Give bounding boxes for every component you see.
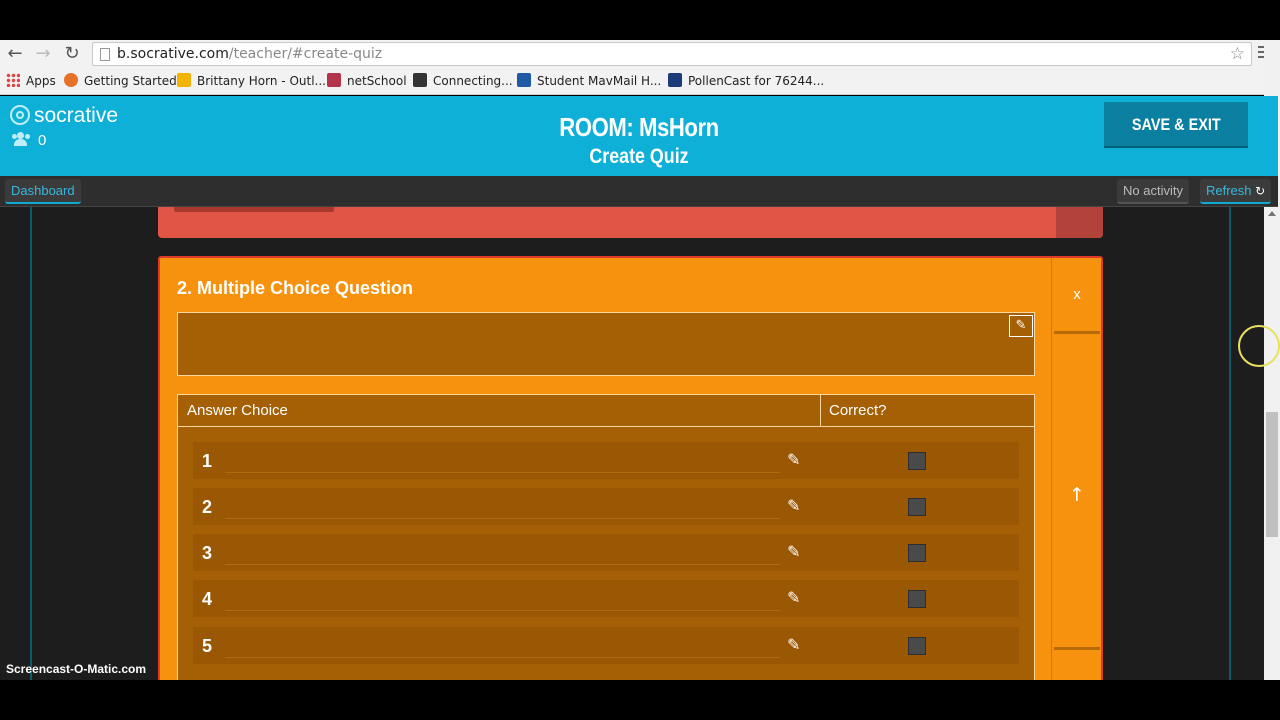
bookmark-pollencast[interactable]: PollenCast for 76244... [668, 73, 824, 88]
bookmark-getting-started[interactable]: Getting Started [64, 73, 177, 88]
pencil-icon[interactable]: ✎ [787, 496, 800, 515]
left-rail [30, 207, 32, 680]
delete-question-button[interactable]: x [1052, 286, 1102, 303]
socrative-flower-icon [10, 105, 30, 125]
bookmark-label: Student MavMail H... [537, 74, 662, 88]
scroll-up-arrow-icon[interactable] [1268, 211, 1276, 216]
pencil-icon[interactable]: ✎ [787, 635, 800, 654]
answer-input[interactable] [225, 518, 780, 519]
back-arrow-icon[interactable]: ← [4, 43, 26, 65]
question-card: 2. Multiple Choice Question ✎ Answer Cho… [158, 256, 1103, 680]
activity-status: No activity [1117, 179, 1189, 204]
save-exit-button[interactable]: SAVE & EXIT [1104, 102, 1248, 148]
page-subtitle: Create Quiz [589, 145, 689, 168]
previous-question-side [1056, 207, 1103, 238]
refresh-button[interactable]: Refresh ↻ [1200, 179, 1272, 204]
bookmark-label: Connecting... [433, 74, 513, 88]
answer-number: 4 [202, 589, 213, 609]
header-divider [820, 395, 821, 427]
bookmark-star-icon[interactable]: ☆ [1230, 44, 1245, 64]
answer-number: 2 [202, 497, 213, 517]
question-text-field[interactable]: ✎ [177, 312, 1035, 376]
bookmark-label: PollenCast for 76244... [688, 74, 825, 88]
pencil-icon[interactable]: ✎ [787, 542, 800, 561]
answer-row: 2 ✎ [193, 488, 1019, 525]
bookmark-netschool[interactable]: netSchool [327, 73, 407, 88]
refresh-label: Refresh [1206, 183, 1252, 198]
bookmarks-bar: Apps Getting Started Brittany Horn - Out… [0, 68, 1280, 95]
answer-number: 3 [202, 543, 213, 563]
firefox-icon [64, 73, 78, 87]
users-icon [12, 132, 30, 146]
twc-icon [668, 73, 682, 87]
app-header: socrative 0 ROOM: MsHorn Create Quiz SAV… [0, 96, 1278, 176]
answer-row: 1 ✎ [193, 442, 1019, 479]
answer-choice-header: Answer Choice [187, 402, 288, 419]
correct-header: Correct? [829, 402, 887, 419]
apps-grid-icon [6, 73, 20, 87]
answer-row: 3 ✎ [193, 534, 1019, 571]
bookmark-label: netSchool [347, 74, 407, 88]
address-bar: ← → ↻ b.socrative.com/teacher/#create-qu… [0, 40, 1280, 68]
question-title: 2. Multiple Choice Question [177, 278, 414, 298]
netschool-icon [327, 73, 341, 87]
move-up-arrow-icon[interactable]: ↑ [1052, 484, 1102, 506]
refresh-icon: ↻ [1255, 184, 1266, 198]
bookmark-outlook[interactable]: Brittany Horn - Outl... [177, 73, 326, 88]
bookmark-label: Getting Started [84, 74, 177, 88]
student-count: 0 [12, 132, 46, 149]
answer-number: 5 [202, 636, 213, 656]
side-divider [1054, 331, 1100, 334]
url-input[interactable]: b.socrative.com/teacher/#create-quiz ☆ [92, 42, 1252, 66]
page-scrollbar[interactable] [1264, 207, 1280, 680]
url-host: b.socrative.com [117, 46, 229, 62]
save-exit-label: SAVE & EXIT [1131, 115, 1221, 134]
pencil-icon[interactable]: ✎ [787, 450, 800, 469]
room-title: ROOM: MsHorn [559, 112, 719, 142]
sub-toolbar: Dashboard No activity Refresh ↻ [0, 176, 1278, 207]
correct-checkbox[interactable] [908, 637, 926, 655]
url-text: b.socrative.com/teacher/#create-quiz [117, 46, 382, 62]
answer-input[interactable] [225, 472, 780, 473]
answer-number: 1 [202, 451, 213, 471]
answer-row: 5 ✎ [193, 627, 1019, 664]
right-rail [1229, 207, 1231, 680]
question-side-controls: x ↑ [1051, 258, 1101, 680]
outlook-icon [177, 73, 191, 87]
answer-input[interactable] [225, 610, 780, 611]
page-icon [100, 48, 110, 61]
previous-question-button[interactable] [174, 207, 334, 212]
answer-table: Answer Choice Correct? 1 ✎ 2 ✎ 3 ✎ 4 ✎ 5… [177, 394, 1035, 680]
bookmark-label: Apps [26, 74, 56, 88]
answer-row: 4 ✎ [193, 580, 1019, 617]
bookmark-connecting[interactable]: Connecting... [413, 73, 513, 88]
bookmark-mavmail[interactable]: Student MavMail H... [517, 73, 661, 88]
correct-checkbox[interactable] [908, 544, 926, 562]
correct-checkbox[interactable] [908, 452, 926, 470]
url-path: /teacher/#create-quiz [228, 46, 383, 62]
dashboard-button[interactable]: Dashboard [5, 179, 81, 204]
bookmark-label: Brittany Horn - Outl... [197, 74, 326, 88]
reload-icon[interactable]: ↻ [61, 43, 83, 65]
side-divider [1054, 647, 1100, 650]
previous-question-panel [158, 207, 1103, 238]
correct-checkbox[interactable] [908, 498, 926, 516]
edit-pencil-icon[interactable]: ✎ [1009, 315, 1033, 337]
answer-table-header: Answer Choice Correct? [178, 395, 1034, 427]
answer-input[interactable] [225, 564, 780, 565]
pencil-icon[interactable]: ✎ [787, 588, 800, 607]
bookmark-apps[interactable]: Apps [6, 73, 56, 88]
forward-arrow-icon[interactable]: → [32, 43, 54, 65]
correct-checkbox[interactable] [908, 590, 926, 608]
mavmail-icon [517, 73, 531, 87]
watermark: Screencast-O-Matic.com [6, 662, 147, 676]
screen: ← → ↻ b.socrative.com/teacher/#create-qu… [0, 0, 1280, 720]
connecting-icon [413, 73, 427, 87]
answer-input[interactable] [225, 657, 780, 658]
user-count-value: 0 [38, 132, 47, 149]
cursor-highlight [1238, 325, 1280, 367]
scroll-thumb[interactable] [1266, 412, 1278, 537]
quiz-editor: 2. Multiple Choice Question ✎ Answer Cho… [0, 207, 1264, 680]
